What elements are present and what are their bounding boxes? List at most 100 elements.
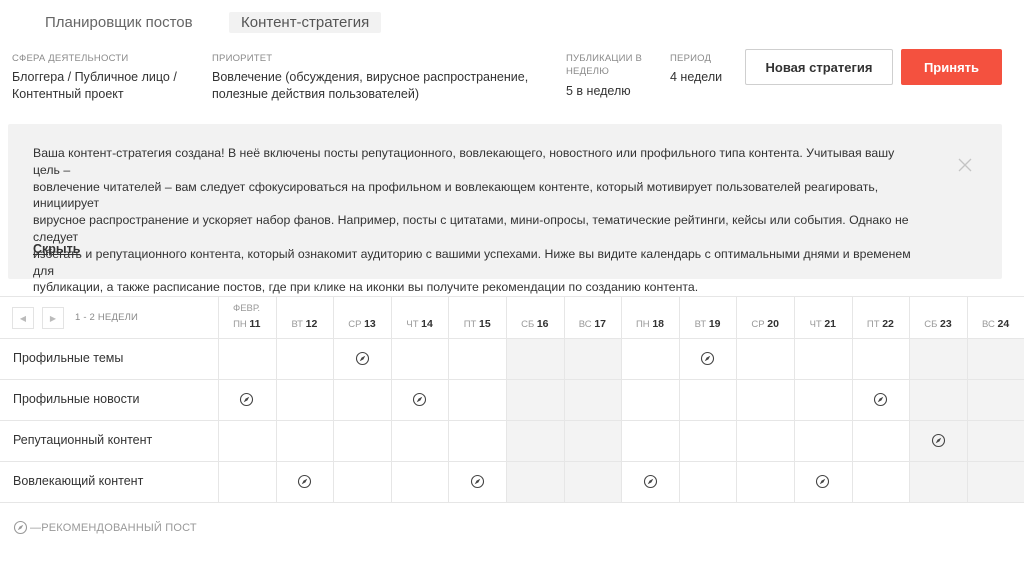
day-header: ПТ 22 bbox=[852, 296, 910, 338]
info-line: избегать и репутационного контента, кото… bbox=[33, 246, 911, 278]
day-of-week: ВС bbox=[981, 319, 995, 330]
grid-row-line bbox=[0, 379, 1024, 380]
day-label: ЧТ 21 bbox=[794, 318, 852, 330]
day-date: 11 bbox=[249, 318, 261, 330]
compass-icon[interactable] bbox=[873, 392, 888, 407]
day-date: 14 bbox=[421, 318, 433, 330]
day-label: ВС 24 bbox=[967, 318, 1024, 330]
compass-icon[interactable] bbox=[412, 392, 427, 407]
grid-column-line bbox=[909, 296, 910, 502]
content-type-label: Профильные темы bbox=[13, 351, 124, 365]
day-label: ВС 17 bbox=[564, 318, 622, 330]
grid-column-line bbox=[852, 296, 853, 502]
day-label: ВТ 12 bbox=[276, 318, 334, 330]
day-of-week: СР bbox=[751, 319, 765, 330]
day-header: ПТ 15 bbox=[448, 296, 506, 338]
day-date: 15 bbox=[478, 318, 491, 330]
compass-icon[interactable] bbox=[700, 351, 715, 366]
compass-icon bbox=[13, 520, 28, 535]
day-label: ПТ 15 bbox=[448, 318, 506, 330]
day-label: СР 20 bbox=[736, 318, 794, 330]
day-of-week: СБ bbox=[924, 319, 938, 330]
compass-icon[interactable] bbox=[239, 392, 254, 407]
compass-icon[interactable] bbox=[815, 474, 830, 489]
day-of-week: СБ bbox=[521, 319, 535, 330]
legend: —РЕКОМЕНДОВАННЫЙ ПОСТ bbox=[13, 520, 197, 535]
day-of-week: ПТ bbox=[866, 319, 880, 330]
legend-label: —РЕКОМЕНДОВАННЫЙ ПОСТ bbox=[30, 521, 197, 534]
day-label: СБ 16 bbox=[506, 318, 564, 330]
day-label: ПТ 22 bbox=[852, 318, 910, 330]
day-of-week: ПТ bbox=[463, 319, 477, 330]
day-header: ЧТ 21 bbox=[794, 296, 852, 338]
content-type-label: Вовлекающий контент bbox=[13, 474, 144, 488]
day-label: СР 13 bbox=[333, 318, 391, 330]
compass-icon[interactable] bbox=[470, 474, 485, 489]
day-date: 23 bbox=[940, 318, 952, 330]
new-strategy-button[interactable]: Новая стратегия bbox=[745, 49, 893, 85]
day-header: ВТ 12 bbox=[276, 296, 334, 338]
day-header: СБ 23 bbox=[909, 296, 967, 338]
priority-value-line1: Вовлечение (обсуждения, вирусное распрос… bbox=[212, 70, 529, 84]
day-of-week: ЧТ bbox=[809, 319, 822, 330]
grid-column-line bbox=[967, 296, 968, 502]
day-header: СБ 16 bbox=[506, 296, 564, 338]
grid-column-line bbox=[276, 296, 277, 502]
day-date: 20 bbox=[767, 318, 779, 330]
compass-icon[interactable] bbox=[355, 351, 370, 366]
info-line: вовлечение читателей – вам следует сфоку… bbox=[33, 179, 879, 211]
day-of-week: ВТ bbox=[694, 319, 707, 330]
grid-row-line bbox=[0, 420, 1024, 421]
day-of-week: ПН bbox=[635, 319, 650, 330]
compass-icon[interactable] bbox=[643, 474, 658, 489]
grid-column-line bbox=[621, 296, 622, 502]
info-line: Ваша контент-стратегия создана! В неё вк… bbox=[33, 146, 895, 177]
info-line: вирусное распространение и ускоряет набо… bbox=[33, 213, 909, 244]
grid-column-line bbox=[506, 296, 507, 502]
grid-column-line bbox=[679, 296, 680, 502]
prev-weeks-button[interactable]: ◀ bbox=[12, 307, 34, 329]
content-type-label: Профильные новости bbox=[13, 392, 140, 406]
day-header: ПН 18 bbox=[621, 296, 679, 338]
sphere-label: СФЕРА ДЕЯТЕЛЬНОСТИ bbox=[12, 53, 129, 64]
day-of-week: ВТ bbox=[291, 319, 303, 330]
day-date: 16 bbox=[536, 318, 549, 330]
tab-content-strategy[interactable]: Контент-стратегия bbox=[229, 12, 382, 33]
content-type-label: Репутационный контент bbox=[13, 433, 153, 447]
grid-column-line bbox=[333, 296, 334, 502]
day-date: 17 bbox=[594, 318, 606, 330]
grid-column-line bbox=[218, 296, 219, 502]
per-week-label-line2: НЕДЕЛЮ bbox=[566, 66, 609, 77]
day-of-week: СР bbox=[348, 319, 362, 330]
compass-icon[interactable] bbox=[931, 433, 946, 448]
day-header: ЧТ 14 bbox=[391, 296, 449, 338]
info-text: Ваша контент-стратегия создана! В неё вк… bbox=[33, 145, 923, 296]
day-header: ВС 24 bbox=[967, 296, 1024, 338]
period-value: 4 недели bbox=[670, 70, 723, 84]
tab-bar: Планировщик постов Контент-стратегия bbox=[0, 0, 1024, 44]
day-label: ЧТ 14 bbox=[391, 318, 449, 330]
accept-button[interactable]: Принять bbox=[901, 49, 1002, 85]
day-header: СР 20 bbox=[736, 296, 794, 338]
grid-column-line bbox=[736, 296, 737, 502]
day-header: ВТ 19 bbox=[679, 296, 737, 338]
sphere-value-line2: Контентный проект bbox=[12, 87, 124, 101]
tab-post-planner[interactable]: Планировщик постов bbox=[33, 12, 205, 33]
day-header: СР 13 bbox=[333, 296, 391, 338]
day-date: 22 bbox=[882, 318, 894, 330]
per-week-label-line1: ПУБЛИКАЦИИ В bbox=[566, 53, 643, 64]
week-range-label: 1 - 2 НЕДЕЛИ bbox=[75, 312, 139, 323]
day-of-week: ЧТ bbox=[406, 319, 419, 330]
day-date: 13 bbox=[364, 318, 376, 330]
day-label: ПН 11 bbox=[218, 318, 276, 330]
sphere-value-line1: Блоггера / Публичное лицо / bbox=[12, 70, 177, 84]
grid-column-line bbox=[564, 296, 565, 502]
next-weeks-button[interactable]: ▶ bbox=[42, 307, 64, 329]
close-icon[interactable] bbox=[957, 157, 973, 173]
priority-label: ПРИОРИТЕТ bbox=[212, 53, 273, 64]
grid-column-line bbox=[448, 296, 449, 502]
day-date: 21 bbox=[824, 318, 837, 330]
compass-icon[interactable] bbox=[297, 474, 312, 489]
hide-link[interactable]: Скрыть bbox=[33, 242, 80, 256]
priority-value-line2: полезные действия пользователей) bbox=[212, 87, 420, 101]
